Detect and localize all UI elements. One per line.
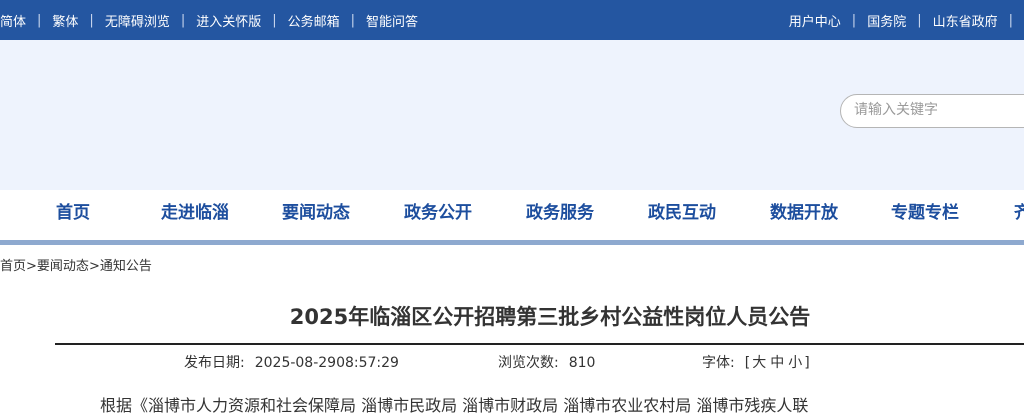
nav-item-home[interactable]: 首页 xyxy=(12,190,134,238)
publish-date-label: 发布日期: xyxy=(184,355,245,371)
official-email-link[interactable]: 公务邮箱 xyxy=(288,11,340,30)
top-separator: | xyxy=(180,12,186,28)
top-separator: | xyxy=(37,12,42,28)
top-separator: | xyxy=(1008,12,1013,28)
view-count: 浏览次数: 810 xyxy=(498,352,595,372)
main-navigation: 首页 走进临淄 要闻动态 政务公开 政务服务 政民互动 数据开放 专题专栏 齐 xyxy=(0,190,1024,240)
breadcrumb-separator: > xyxy=(26,259,37,274)
nav-item-more[interactable]: 齐 xyxy=(986,190,1024,238)
nav-item-about-linzi[interactable]: 走进临淄 xyxy=(134,190,256,238)
nav-item-gov-affairs[interactable]: 政务公开 xyxy=(377,190,499,238)
top-separator: | xyxy=(89,12,94,28)
top-separator: | xyxy=(350,12,356,28)
nav-item-interaction[interactable]: 政民互动 xyxy=(621,190,743,238)
font-bracket-open: [ xyxy=(744,355,751,371)
top-bar: 简体 | 繁体 | 无障碍浏览 | 进入关怀版 | 公务邮箱 | 智能问答 用户… xyxy=(0,0,1024,40)
font-size-control: 字体: [大中小] xyxy=(702,352,810,372)
font-bracket-close: ] xyxy=(804,355,810,371)
simplified-chinese-link[interactable]: 简体 xyxy=(0,11,26,30)
breadcrumb-separator: > xyxy=(88,259,100,274)
view-count-value: 810 xyxy=(568,355,596,371)
breadcrumb: 首页>要闻动态>通知公告 xyxy=(0,255,152,274)
top-bar-left-links: 简体 | 繁体 | 无障碍浏览 | 进入关怀版 | 公务邮箱 | 智能问答 xyxy=(0,0,418,40)
breadcrumb-news[interactable]: 要闻动态 xyxy=(37,259,89,274)
nav-divider xyxy=(0,240,1024,245)
article-body: 根据《淄博市人力资源和社会保障局 淄博市民政局 淄博市财政局 淄博市农业农村局 … xyxy=(100,396,809,415)
traditional-chinese-link[interactable]: 繁体 xyxy=(52,11,78,30)
nav-item-gov-services[interactable]: 政务服务 xyxy=(499,190,621,238)
breadcrumb-notices[interactable]: 通知公告 xyxy=(100,259,152,274)
publish-date-value: 2025-08-2908:57:29 xyxy=(254,355,399,371)
search-input[interactable] xyxy=(852,101,1024,119)
title-divider xyxy=(55,343,1024,345)
font-size-label: 字体: xyxy=(702,355,735,371)
publish-date: 发布日期: 2025-08-2908:57:29 xyxy=(184,352,399,372)
article-title: 2025年临淄区公开招聘第三批乡村公益性岗位人员公告 xyxy=(289,305,811,329)
font-size-small[interactable]: 小 xyxy=(788,355,802,371)
nav-item-news[interactable]: 要闻动态 xyxy=(255,190,377,238)
state-council-link[interactable]: 国务院 xyxy=(867,11,906,30)
top-bar-right-links: 用户中心 | 国务院 | 山东省政府 | xyxy=(789,0,1024,40)
top-separator: | xyxy=(851,12,857,28)
smart-qa-link[interactable]: 智能问答 xyxy=(366,11,418,30)
elderly-care-mode-link[interactable]: 进入关怀版 xyxy=(196,11,261,30)
nav-item-open-data[interactable]: 数据开放 xyxy=(743,190,865,238)
top-separator: | xyxy=(272,12,277,28)
user-center-link[interactable]: 用户中心 xyxy=(789,11,841,30)
nav-item-special-topics[interactable]: 专题专栏 xyxy=(864,190,986,238)
font-size-large[interactable]: 大 xyxy=(752,355,766,371)
search-box xyxy=(840,94,1024,128)
breadcrumb-home[interactable]: 首页 xyxy=(0,259,26,274)
view-count-label: 浏览次数: xyxy=(498,355,559,371)
accessibility-link[interactable]: 无障碍浏览 xyxy=(105,11,170,30)
shandong-gov-link[interactable]: 山东省政府 xyxy=(933,11,998,30)
font-size-medium[interactable]: 中 xyxy=(770,355,784,371)
top-separator: | xyxy=(917,12,922,28)
